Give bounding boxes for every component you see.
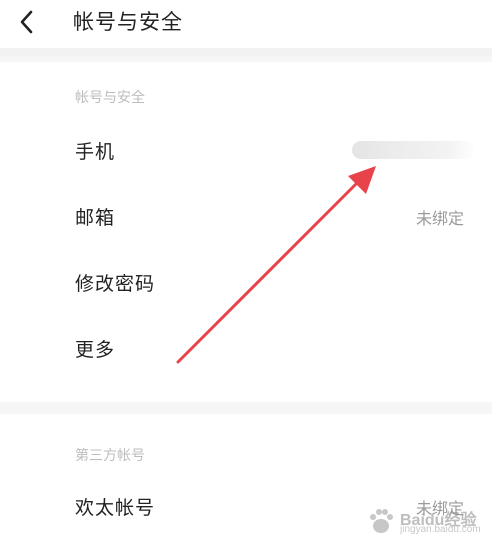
row-email-label: 邮箱 xyxy=(75,207,116,229)
row-change-password[interactable]: 修改密码 xyxy=(0,256,492,312)
row-change-password-label: 修改密码 xyxy=(75,273,156,295)
row-more[interactable]: 更多 xyxy=(0,322,492,378)
account-security-page: 帐号与安全 帐号与安全 手机 邮箱 未绑定 修改密码 更多 第三方帐号 欢太帐号… xyxy=(0,0,492,544)
header-divider xyxy=(0,48,492,56)
paw-icon xyxy=(370,509,393,533)
section-label-account: 帐号与安全 xyxy=(75,90,145,106)
watermark-subtext: jingyan.baidu.com xyxy=(400,524,481,535)
row-more-label: 更多 xyxy=(75,339,116,361)
section-label-third-party: 第三方帐号 xyxy=(75,448,145,464)
chevron-left-icon xyxy=(20,10,33,34)
back-button[interactable] xyxy=(6,2,46,42)
row-email[interactable]: 邮箱 未绑定 xyxy=(0,190,492,246)
account-security-section: 帐号与安全 手机 邮箱 未绑定 修改密码 更多 xyxy=(0,62,492,402)
baidu-watermark: Baidu经验 jingyan.baidu.com xyxy=(366,504,486,540)
page-title: 帐号与安全 xyxy=(73,10,183,34)
phone-number-redacted xyxy=(352,141,474,159)
row-heytap-account-label: 欢太帐号 xyxy=(75,497,156,519)
row-email-status: 未绑定 xyxy=(415,209,464,228)
row-phone-label: 手机 xyxy=(75,141,116,163)
top-app-bar: 帐号与安全 xyxy=(0,0,492,48)
